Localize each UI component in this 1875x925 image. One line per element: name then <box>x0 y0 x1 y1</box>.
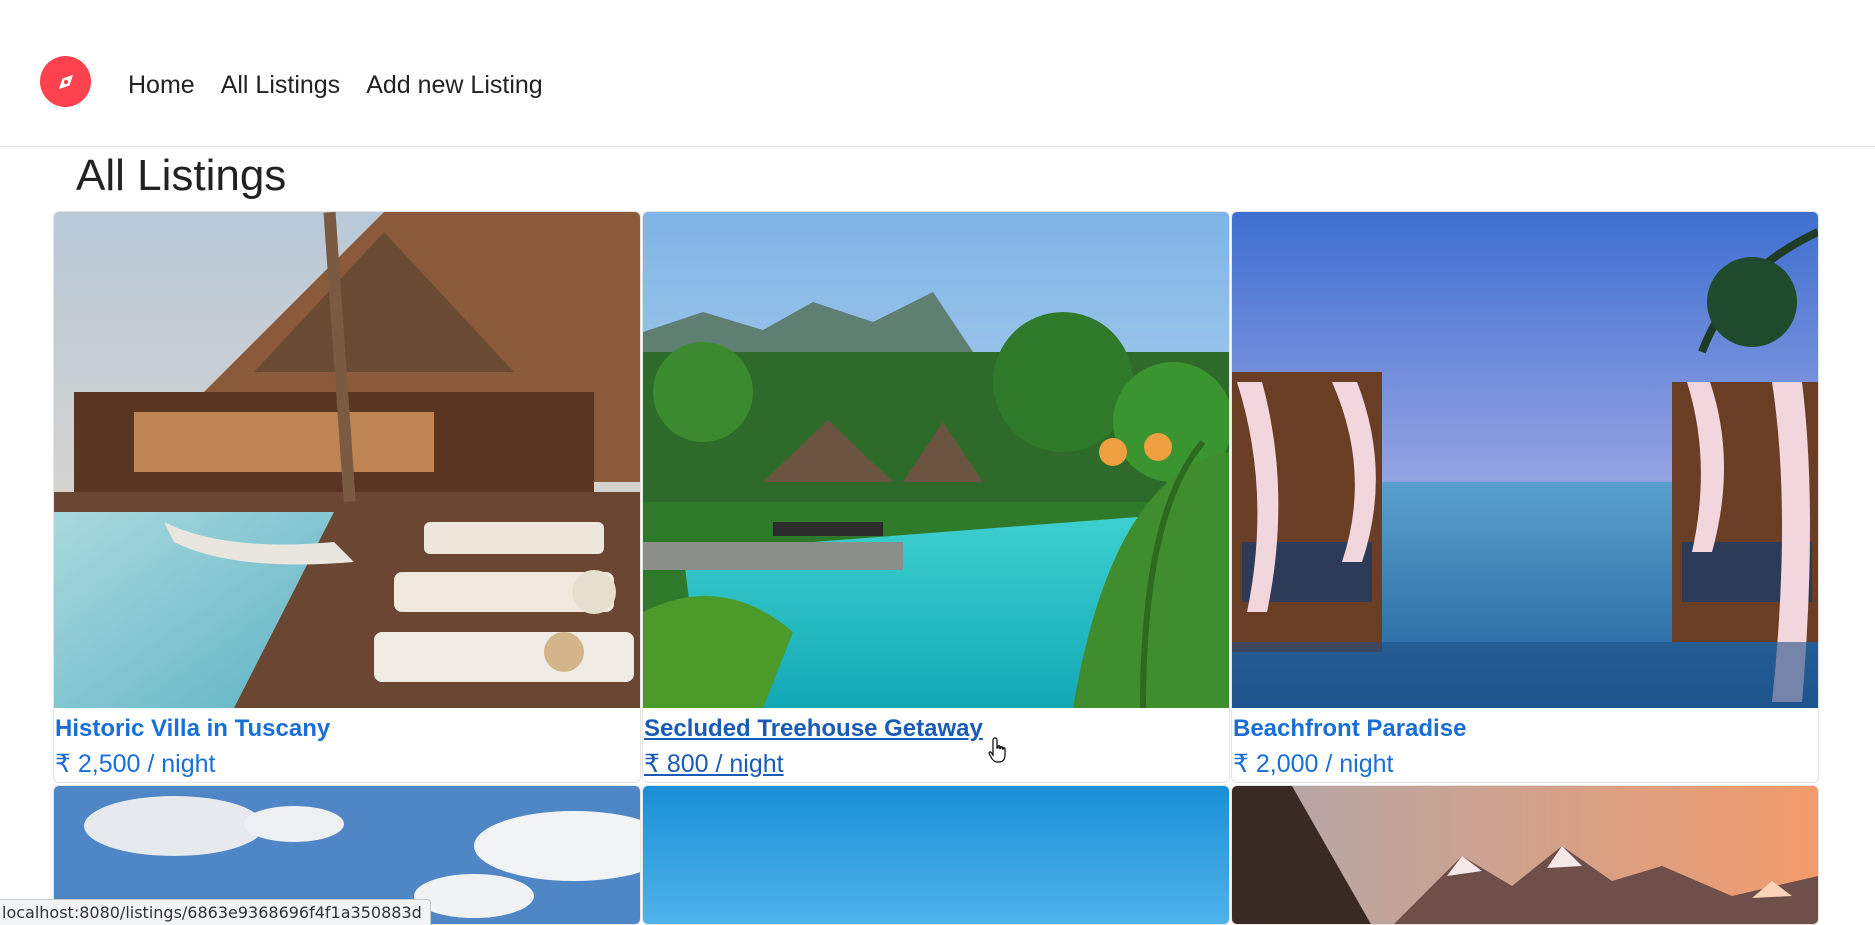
listings-grid: Historic Villa in Tuscany ₹ 2,500 / nigh… <box>53 211 1820 925</box>
listing-title[interactable]: Secluded Treehouse Getaway <box>644 713 1229 745</box>
listing-card[interactable]: Secluded Treehouse Getaway ₹ 800 / night <box>642 211 1230 783</box>
listing-price: ₹ 2,500 / night <box>55 750 216 778</box>
listing-image <box>643 212 1229 708</box>
listing-price: ₹ 800 / night <box>644 750 784 778</box>
nav-all-listings-link[interactable]: All Listings <box>221 70 341 100</box>
listing-card[interactable] <box>642 785 1230 925</box>
listing-title[interactable]: Historic Villa in Tuscany <box>55 713 640 745</box>
nav-add-listing-link[interactable]: Add new Listing <box>366 70 543 100</box>
nav-links: Home All Listings Add new Listing <box>128 70 543 100</box>
listing-image <box>643 786 1229 924</box>
status-bar-url: localhost:8080/listings/6863e9368696f4f1… <box>0 899 431 925</box>
listing-price: ₹ 2,000 / night <box>1233 750 1394 778</box>
listing-title[interactable]: Beachfront Paradise <box>1233 713 1818 745</box>
listing-image <box>1232 786 1818 924</box>
page-title: All Listings <box>76 151 287 200</box>
compass-icon <box>58 74 73 89</box>
brand-logo[interactable] <box>40 56 91 107</box>
listing-card[interactable]: Beachfront Paradise ₹ 2,000 / night <box>1231 211 1819 783</box>
listing-card[interactable]: Historic Villa in Tuscany ₹ 2,500 / nigh… <box>53 211 641 783</box>
listing-card[interactable] <box>1231 785 1819 925</box>
pointer-hand-icon <box>988 737 1006 763</box>
nav-home-link[interactable]: Home <box>128 70 195 100</box>
navbar: Home All Listings Add new Listing <box>0 0 1875 147</box>
listing-image <box>54 212 640 708</box>
listing-image <box>1232 212 1818 708</box>
